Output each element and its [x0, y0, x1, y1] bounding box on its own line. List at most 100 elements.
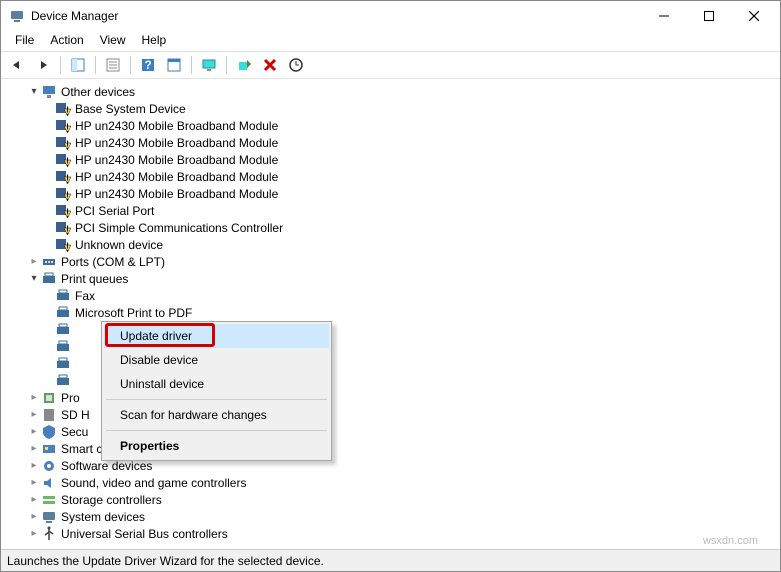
tree-node-other-devices[interactable]: Other devices [9, 83, 780, 100]
menu-help[interactable]: Help [134, 31, 175, 51]
warning-device-icon: ! [55, 169, 71, 185]
toolbar-properties-button[interactable] [101, 53, 125, 77]
ctx-properties[interactable]: Properties [104, 434, 329, 458]
chevron-right-icon[interactable] [27, 460, 41, 471]
toolbar-separator [60, 56, 61, 74]
toolbar-monitor-button[interactable] [197, 53, 221, 77]
tree-label: Sound, video and game controllers [61, 476, 246, 490]
tree-node-print-pdf[interactable]: Microsoft Print to PDF [9, 304, 780, 321]
tree-label: Secu [61, 425, 88, 439]
printer-icon [41, 271, 57, 287]
printer-icon [55, 339, 71, 355]
tree-label: Microsoft Print to PDF [75, 306, 192, 320]
toolbar-forward-button[interactable] [31, 53, 55, 77]
tree-node-base-system[interactable]: ! Base System Device [9, 100, 780, 117]
toolbar-uninstall-button[interactable] [258, 53, 282, 77]
tree-label: Other devices [61, 85, 135, 99]
toolbar-separator [130, 56, 131, 74]
chevron-right-icon[interactable] [27, 426, 41, 437]
chevron-right-icon[interactable] [27, 443, 41, 454]
other-devices-icon [41, 84, 57, 100]
tree-node-hp-broadband-5[interactable]: ! HP un2430 Mobile Broadband Module [9, 185, 780, 202]
smart-card-icon [41, 441, 57, 457]
tree-node-ports[interactable]: Ports (COM & LPT) [9, 253, 780, 270]
chevron-right-icon[interactable] [27, 494, 41, 505]
toolbar-help-button[interactable]: ? [136, 53, 160, 77]
tree-node-system[interactable]: System devices [9, 508, 780, 525]
tree-node-hp-broadband-3[interactable]: ! HP un2430 Mobile Broadband Module [9, 151, 780, 168]
tree-node-storage[interactable]: Storage controllers [9, 491, 780, 508]
tree-label: SD H [61, 408, 90, 422]
tree-label: Universal Serial Bus controllers [61, 527, 228, 541]
printer-icon [55, 373, 71, 389]
ctx-disable-device[interactable]: Disable device [104, 348, 329, 372]
app-icon [9, 8, 25, 24]
usb-icon [41, 526, 57, 542]
ports-icon [41, 254, 57, 270]
close-button[interactable] [731, 1, 776, 31]
ctx-uninstall-device[interactable]: Uninstall device [104, 372, 329, 396]
chevron-right-icon[interactable] [27, 477, 41, 488]
ctx-scan-changes[interactable]: Scan for hardware changes [104, 403, 329, 427]
toolbar-separator [226, 56, 227, 74]
chevron-right-icon[interactable] [27, 528, 41, 539]
tree-node-pci-serial[interactable]: ! PCI Serial Port [9, 202, 780, 219]
device-tree[interactable]: Other devices ! Base System Device ! HP … [1, 79, 780, 549]
tree-node-unknown[interactable]: ! Unknown device [9, 236, 780, 253]
tree-node-sound[interactable]: Sound, video and game controllers [9, 474, 780, 491]
tree-node-pci-comm[interactable]: ! PCI Simple Communications Controller [9, 219, 780, 236]
chevron-right-icon[interactable] [27, 256, 41, 267]
maximize-button[interactable] [686, 1, 731, 31]
warning-device-icon: ! [55, 186, 71, 202]
minimize-button[interactable] [641, 1, 686, 31]
ctx-label: Uninstall device [120, 377, 204, 391]
menu-action[interactable]: Action [42, 31, 91, 51]
warning-device-icon: ! [55, 220, 71, 236]
menu-file[interactable]: File [7, 31, 42, 51]
printer-icon [55, 288, 71, 304]
toolbar-update-button[interactable] [284, 53, 308, 77]
toolbar-options-button[interactable] [162, 53, 186, 77]
printer-icon [55, 322, 71, 338]
menubar: File Action View Help [1, 31, 780, 51]
titlebar: Device Manager [1, 1, 780, 31]
printer-icon [55, 356, 71, 372]
ctx-label: Disable device [120, 353, 198, 367]
tree-label: Base System Device [75, 102, 186, 116]
ctx-label: Scan for hardware changes [120, 408, 267, 422]
tree-label: HP un2430 Mobile Broadband Module [75, 136, 278, 150]
chevron-right-icon[interactable] [27, 409, 41, 420]
menu-view[interactable]: View [92, 31, 134, 51]
svg-text:!: ! [66, 138, 69, 151]
toolbar-show-tree-button[interactable] [66, 53, 90, 77]
svg-text:!: ! [66, 104, 69, 117]
tree-node-fax[interactable]: Fax [9, 287, 780, 304]
tree-node-usb[interactable]: Universal Serial Bus controllers [9, 525, 780, 542]
toolbar-back-button[interactable] [5, 53, 29, 77]
tree-label: HP un2430 Mobile Broadband Module [75, 187, 278, 201]
ctx-separator [106, 399, 327, 400]
tree-node-hp-broadband-2[interactable]: ! HP un2430 Mobile Broadband Module [9, 134, 780, 151]
chevron-right-icon[interactable] [27, 392, 41, 403]
svg-text:!: ! [66, 206, 69, 219]
tree-node-hp-broadband-1[interactable]: ! HP un2430 Mobile Broadband Module [9, 117, 780, 134]
svg-text:?: ? [144, 58, 151, 72]
chevron-down-icon[interactable] [27, 273, 41, 284]
security-icon [41, 424, 57, 440]
tree-label: Fax [75, 289, 95, 303]
sd-host-icon [41, 407, 57, 423]
tree-label: Ports (COM & LPT) [61, 255, 165, 269]
tree-label: PCI Serial Port [75, 204, 154, 218]
tree-label: HP un2430 Mobile Broadband Module [75, 170, 278, 184]
tree-label: Print queues [61, 272, 128, 286]
chevron-down-icon[interactable] [27, 86, 41, 97]
toolbar-scan-button[interactable] [232, 53, 256, 77]
tree-node-hp-broadband-4[interactable]: ! HP un2430 Mobile Broadband Module [9, 168, 780, 185]
toolbar-separator [191, 56, 192, 74]
warning-device-icon: ! [55, 152, 71, 168]
warning-device-icon: ! [55, 203, 71, 219]
software-icon [41, 458, 57, 474]
svg-text:!: ! [66, 223, 69, 236]
tree-node-print-queues[interactable]: Print queues [9, 270, 780, 287]
chevron-right-icon[interactable] [27, 511, 41, 522]
